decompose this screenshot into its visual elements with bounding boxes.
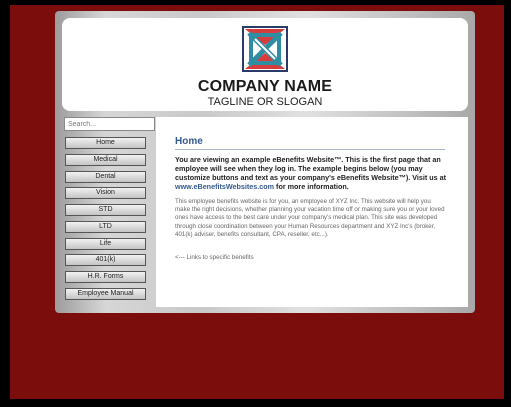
nav-button-employee-manual[interactable]: Employee Manual: [65, 288, 146, 300]
main-content: Home You are viewing an example eBenefit…: [156, 117, 468, 307]
site-header: COMPANY NAME TAGLINE OR SLOGAN: [62, 18, 468, 111]
intro-text: You are viewing an example eBenefits Web…: [175, 155, 447, 191]
nav-button-std[interactable]: STD: [65, 204, 146, 216]
search-input[interactable]: [64, 117, 155, 131]
body-text: This employee benefits website is for yo…: [175, 198, 445, 238]
nav-button-home[interactable]: Home: [65, 137, 146, 149]
nav-button-dental[interactable]: Dental: [65, 171, 146, 183]
nav-button-ltd[interactable]: LTD: [65, 221, 146, 233]
company-logo-icon: [242, 26, 288, 72]
intro-text-part2: for more information.: [274, 182, 349, 191]
nav-button-medical[interactable]: Medical: [65, 154, 146, 166]
tagline: TAGLINE OR SLOGAN: [207, 96, 323, 108]
links-note: <--- Links to specific benefits: [175, 254, 254, 261]
intro-text-part1: You are viewing an example eBenefits Web…: [175, 155, 447, 182]
page-title: Home: [175, 136, 203, 147]
nav-button-vision[interactable]: Vision: [65, 187, 146, 199]
nav-button-life[interactable]: Life: [65, 238, 146, 250]
nav-button-hr-forms[interactable]: H.R. Forms: [65, 271, 146, 283]
nav-button-401k[interactable]: 401(k): [65, 254, 146, 266]
company-name: COMPANY NAME: [197, 78, 333, 95]
title-divider: [175, 149, 445, 150]
ebenefits-link[interactable]: www.eBenefitsWebsites.com: [175, 182, 274, 191]
